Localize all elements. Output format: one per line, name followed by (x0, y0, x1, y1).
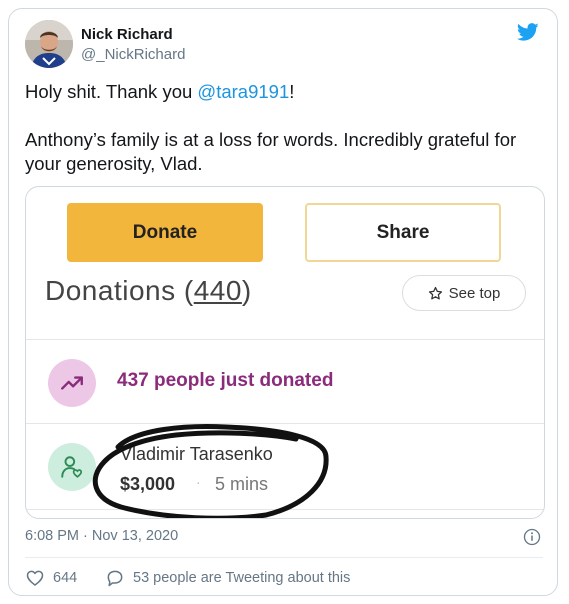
donor-amount: $3,000 (120, 474, 176, 494)
star-icon (428, 286, 442, 299)
donations-word: Donations ( (45, 275, 194, 306)
share-button: Share (305, 203, 501, 262)
like-count: 644 (53, 570, 78, 586)
avatar[interactable] (25, 20, 73, 68)
donations-heading: Donations (440) (45, 275, 252, 307)
tweet-timestamp[interactable]: 6:08 PM · Nov 13, 2020 (25, 528, 178, 544)
separator-dot: · (196, 474, 201, 490)
comment-icon (107, 570, 123, 587)
footer-divider (25, 557, 543, 558)
twitter-bird-icon[interactable] (515, 21, 541, 43)
donor-heart-person-icon (48, 443, 96, 491)
author-handle[interactable]: @_NickRichard (81, 46, 185, 63)
donations-count: 440 (193, 275, 242, 306)
donations-close: ) (241, 275, 252, 306)
see-top-button: See top (402, 275, 526, 311)
donate-button: Donate (67, 203, 263, 262)
like-button[interactable]: 644 (25, 568, 77, 588)
media-divider-2 (26, 423, 544, 424)
tweet-text-prefix: Holy shit. Thank you (25, 81, 198, 102)
tweeting-about-link[interactable]: 53 people are Tweeting about this (105, 568, 350, 588)
tweet-media-image[interactable]: Donate Share Donations (440) See top 437… (25, 186, 545, 519)
info-icon[interactable] (523, 528, 541, 546)
author-name[interactable]: Nick Richard (81, 26, 173, 43)
media-divider-3 (26, 509, 544, 510)
tweet-text-line1: Holy shit. Thank you @tara9191! (25, 80, 543, 104)
donor-name: Vladimir Tarasenko (120, 444, 273, 464)
tweet-text-paragraph2: Anthony’s family is at a loss for words.… (25, 129, 517, 174)
trending-up-icon (48, 359, 96, 407)
tweeting-about-text: 53 people are Tweeting about this (133, 570, 351, 586)
see-top-label: See top (448, 284, 501, 302)
tweet-text: Holy shit. Thank you @tara9191! Anthony’… (25, 80, 543, 176)
media-divider-1 (26, 339, 544, 340)
mention-link[interactable]: @tara9191 (197, 81, 289, 102)
tweet-text-suffix: ! (289, 81, 295, 102)
recent-donations-text: 437 people just donated (117, 370, 334, 391)
donor-time: 5 mins (215, 474, 269, 494)
tweet-card: Nick Richard @_NickRichard Holy shit. Th… (8, 8, 558, 596)
heart-icon (26, 570, 44, 586)
